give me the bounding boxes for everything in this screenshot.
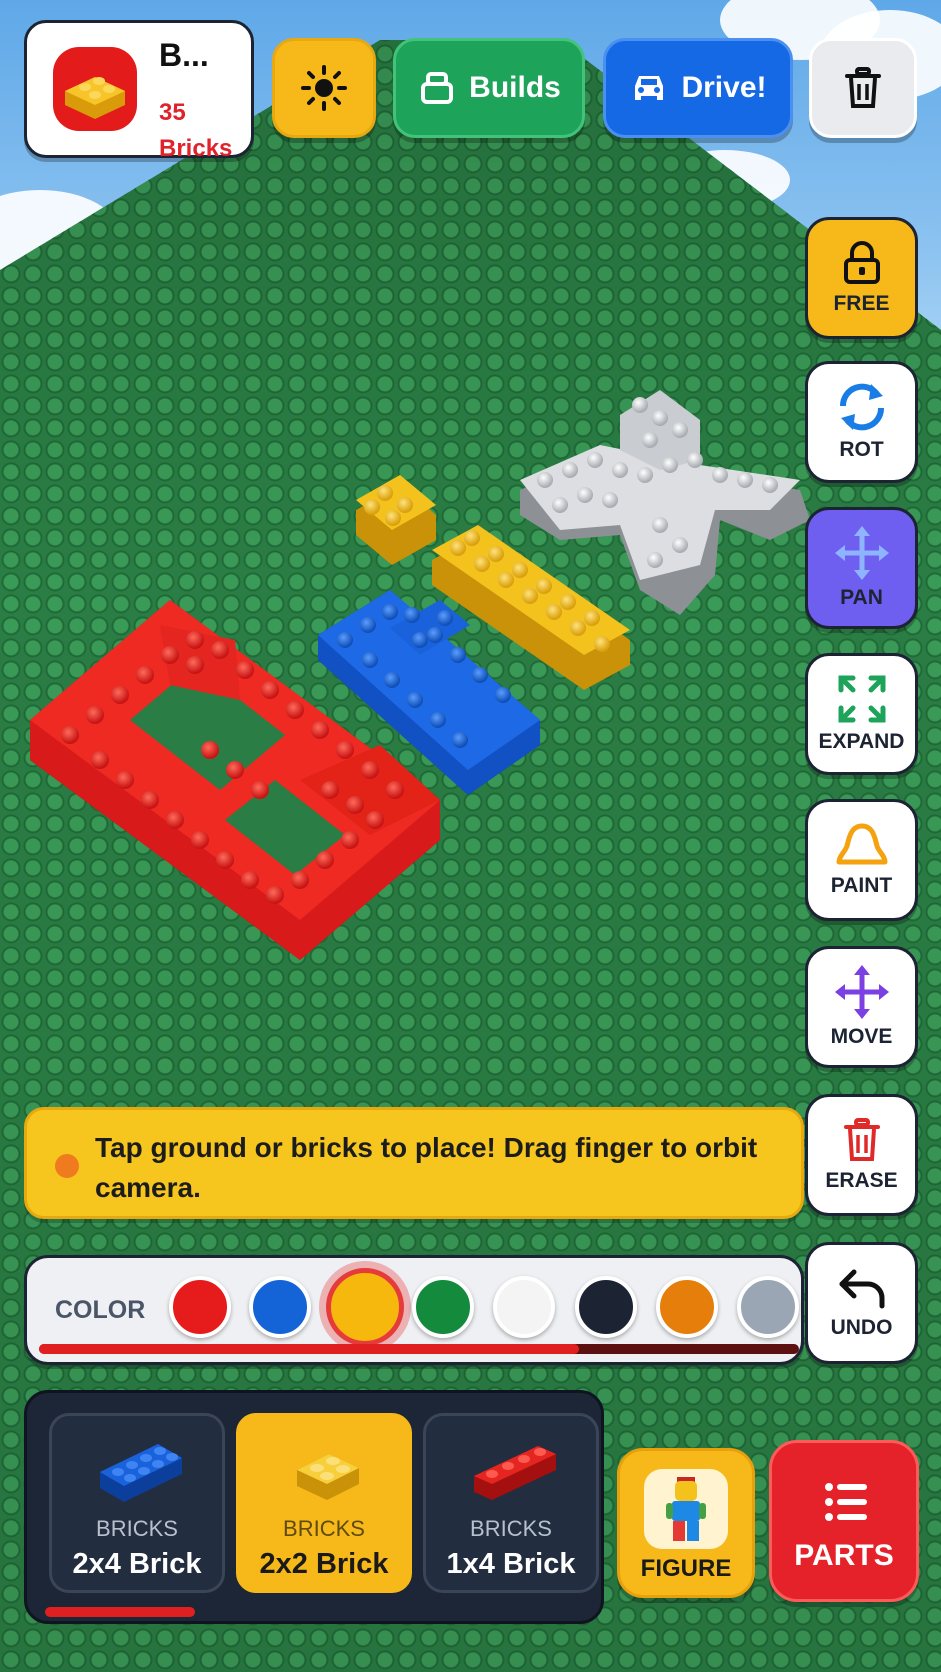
lock-icon xyxy=(843,241,880,284)
expand-icon xyxy=(838,675,885,723)
undo-icon xyxy=(839,1269,884,1309)
brick-category: BRICKS xyxy=(283,1516,365,1541)
sun-icon xyxy=(301,65,347,111)
color-scroll-thumb[interactable] xyxy=(39,1344,579,1354)
builds-stack-icon xyxy=(421,72,454,104)
tool-rotate[interactable]: ROT xyxy=(805,361,918,483)
color-swatch-black[interactable] xyxy=(575,1276,637,1338)
clear-all-button[interactable] xyxy=(809,38,917,138)
red-brick-icon xyxy=(474,1446,556,1500)
color-swatch-green[interactable] xyxy=(412,1276,474,1338)
parts-button[interactable]: PARTS xyxy=(769,1440,919,1602)
trash-icon xyxy=(843,1118,880,1161)
brick-count: 35 Bricks xyxy=(159,95,259,167)
list-icon xyxy=(825,1483,867,1521)
tool-rotate-label: ROT xyxy=(839,438,884,461)
tool-move-label: MOVE xyxy=(830,1025,893,1048)
brick-counter-card: B... 35 Bricks xyxy=(24,20,254,162)
brick-option-2x4[interactable]: BRICKS 2x4 Brick xyxy=(49,1413,225,1593)
drive-label: Drive! xyxy=(681,71,767,104)
tool-expand[interactable]: EXPAND xyxy=(805,653,918,775)
color-swatch-white[interactable] xyxy=(493,1276,555,1338)
brick-name: 2x2 Brick xyxy=(259,1548,389,1580)
car-icon xyxy=(635,76,664,100)
color-swatch-gray[interactable] xyxy=(737,1276,799,1338)
rotate-icon xyxy=(839,383,884,431)
tool-free-label: FREE xyxy=(833,292,890,315)
tool-erase-label: ERASE xyxy=(825,1169,898,1192)
tool-paint-label: PAINT xyxy=(830,874,893,897)
color-swatch-yellow[interactable] xyxy=(326,1268,404,1346)
lighting-toggle-button[interactable] xyxy=(272,38,376,138)
drive-button[interactable]: Drive! xyxy=(603,38,793,138)
brick-name: 2x4 Brick xyxy=(72,1548,202,1580)
brick-tray[interactable]: BRICKS 2x4 Brick BRICKS 2x2 Brick BRICKS… xyxy=(24,1390,604,1624)
tool-erase[interactable]: ERASE xyxy=(805,1094,918,1216)
color-swatch-orange[interactable] xyxy=(656,1276,718,1338)
color-swatch-red[interactable] xyxy=(169,1276,231,1338)
minifigure-icon xyxy=(644,1469,728,1549)
tool-undo-label: UNDO xyxy=(830,1316,893,1339)
color-picker-bar[interactable]: COLOR xyxy=(24,1255,804,1365)
builds-label: Builds xyxy=(469,71,561,104)
pan-arrows-icon xyxy=(834,526,889,580)
color-swatch-blue[interactable] xyxy=(249,1276,311,1338)
brick-name: 1x4 Brick xyxy=(446,1548,576,1580)
tool-undo[interactable]: UNDO xyxy=(805,1242,918,1364)
tool-expand-label: EXPAND xyxy=(818,730,905,753)
tool-paint[interactable]: PAINT xyxy=(805,799,918,921)
paint-blob-icon xyxy=(836,823,887,865)
tool-move[interactable]: MOVE xyxy=(805,946,918,1068)
parts-label: PARTS xyxy=(794,1539,894,1572)
brick-count-value: 35 xyxy=(159,99,186,126)
tool-pan-label: PAN xyxy=(840,586,883,609)
build-title: B... xyxy=(159,37,209,73)
figure-label: FIGURE xyxy=(640,1555,732,1582)
move-arrows-icon xyxy=(834,965,889,1019)
white-brick-structure[interactable] xyxy=(520,390,810,615)
hint-dot-icon xyxy=(55,1154,79,1178)
brick-count-unit: Bricks xyxy=(159,135,233,162)
brick-tray-scroll-thumb[interactable] xyxy=(45,1607,195,1617)
brick-category: BRICKS xyxy=(470,1516,552,1541)
hint-text: Tap ground or bricks to place! Drag fing… xyxy=(95,1132,758,1203)
hint-banner: Tap ground or bricks to place! Drag fing… xyxy=(24,1107,804,1219)
trash-icon xyxy=(845,67,881,108)
yellow-brick-icon xyxy=(297,1454,359,1500)
tool-free[interactable]: FREE xyxy=(805,217,918,339)
tool-pan[interactable]: PAN xyxy=(805,507,918,629)
brick-option-1x4[interactable]: BRICKS 1x4 Brick xyxy=(423,1413,599,1593)
figure-button[interactable]: FIGURE xyxy=(617,1448,755,1598)
brick-category: BRICKS xyxy=(96,1516,178,1541)
brick-logo-icon xyxy=(53,47,137,131)
blue-brick-icon xyxy=(100,1444,182,1502)
builds-button[interactable]: Builds xyxy=(393,38,585,138)
brick-option-2x2[interactable]: BRICKS 2x2 Brick xyxy=(236,1413,412,1593)
color-label: COLOR xyxy=(55,1296,146,1324)
